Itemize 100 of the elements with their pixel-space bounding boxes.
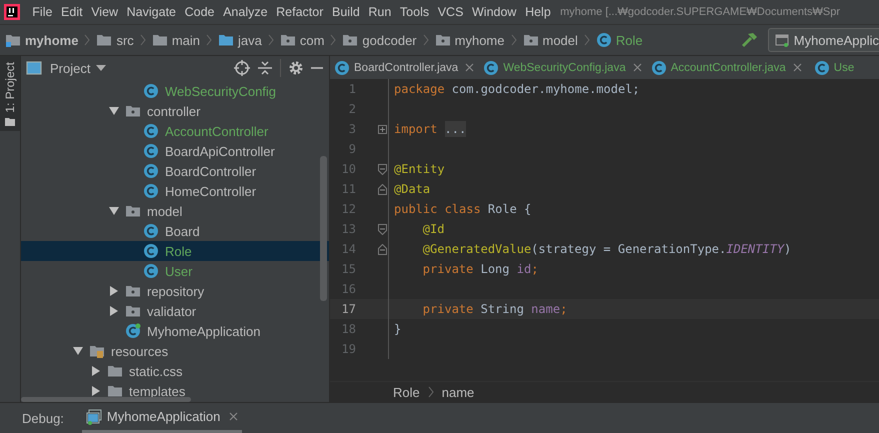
settings-icon[interactable] (289, 61, 303, 75)
line-number: 18 (340, 322, 356, 336)
menu-item[interactable]: Code (180, 5, 219, 19)
breadcrumb-item[interactable]: myhome (454, 32, 504, 48)
breadcrumb-item[interactable]: java (238, 32, 262, 48)
chevron-icon (206, 34, 212, 46)
collapse-icon[interactable] (258, 61, 272, 75)
close-icon[interactable] (792, 63, 802, 72)
code-line: public class Role { (394, 202, 532, 216)
menu-item[interactable]: File (28, 5, 57, 19)
fold-icon[interactable] (378, 244, 387, 254)
code-line: private Long id; (422, 262, 538, 276)
tree-item[interactable]: controller (21, 101, 329, 121)
close-icon[interactable] (229, 412, 238, 421)
tree-item[interactable]: validator (21, 301, 329, 321)
menu-item[interactable]: Edit (56, 5, 87, 19)
editor-tab[interactable]: AccountController.java (646, 56, 807, 79)
breadcrumb-item[interactable]: main (172, 32, 200, 48)
window-title: myhome [...₩godcoder.SUPERGAME₩Documents₩Spr (560, 6, 840, 18)
chevron-icon (268, 34, 274, 46)
run-config-dropdown[interactable]: MyhomeApplic (768, 28, 879, 52)
expand-arrow-icon[interactable] (109, 106, 119, 116)
tree-item[interactable]: static.css (21, 361, 329, 381)
line-number: 11 (340, 182, 356, 196)
menu-item[interactable]: Navigate (122, 5, 180, 19)
menu-item[interactable]: Window (468, 5, 521, 19)
class-icon (143, 123, 159, 139)
fold-icon[interactable] (378, 184, 387, 194)
menu-item[interactable]: Help (520, 5, 556, 19)
editor-tab[interactable]: Use (806, 56, 860, 79)
menu-item[interactable]: Tools (396, 5, 434, 19)
breadcrumb-item[interactable]: Role (616, 32, 643, 48)
tree-item[interactable]: HomeController (21, 181, 329, 201)
tree-item[interactable]: Board (21, 221, 329, 241)
tree-item[interactable]: AccountController (21, 121, 329, 141)
tool-window-tab[interactable]: 1: Project (0, 56, 20, 131)
code-line: } (394, 322, 402, 336)
tree-item[interactable]: MyhomeApplication (21, 321, 329, 341)
line-number: 9 (348, 142, 356, 156)
expand-fold-icon[interactable] (378, 124, 387, 134)
chevron-icon (422, 34, 429, 46)
expand-arrow-icon[interactable] (73, 346, 83, 356)
folder-icon (152, 32, 168, 48)
breadcrumb-item[interactable]: model (542, 32, 578, 48)
window-icon (26, 61, 42, 75)
package-icon (125, 283, 141, 299)
package-icon (342, 32, 358, 48)
tree-item[interactable]: BoardController (21, 161, 329, 181)
chevron-icon (140, 34, 146, 46)
breadcrumb-item[interactable]: com (300, 32, 324, 48)
folder-icon (107, 363, 123, 379)
class-icon (143, 163, 159, 179)
breadcrumb-item[interactable]: name (442, 384, 474, 400)
minimize-icon[interactable] (311, 66, 323, 70)
fold-icon[interactable] (378, 164, 387, 174)
close-icon[interactable] (632, 63, 642, 72)
panel-title[interactable]: Project (50, 60, 90, 76)
fold-icon[interactable] (378, 224, 387, 234)
menu-item[interactable]: Run (364, 5, 396, 19)
tree-item[interactable]: resources (21, 341, 329, 361)
class-icon (143, 143, 159, 159)
crosshair-icon[interactable] (234, 60, 250, 76)
tree-item[interactable]: Role (21, 241, 329, 261)
debug-tab[interactable]: MyhomeApplication (82, 404, 242, 432)
menu-item[interactable]: VCS (433, 5, 468, 19)
breadcrumb-item[interactable]: src (116, 32, 134, 48)
tree-item[interactable]: model (21, 201, 329, 221)
chevron-icon (584, 34, 590, 46)
window-icon (774, 33, 789, 47)
tree-item[interactable]: WebSecurityConfig (21, 81, 329, 101)
breadcrumb-item[interactable]: Role (393, 384, 420, 400)
close-icon[interactable] (465, 63, 474, 72)
expand-arrow-icon[interactable] (109, 206, 119, 216)
tree-item[interactable]: BoardApiController (21, 141, 329, 161)
line-number: 14 (340, 242, 356, 256)
caret-icon[interactable] (96, 65, 106, 71)
editor-tab[interactable]: BoardController.java (330, 56, 480, 79)
menu-item[interactable]: Build (328, 5, 364, 19)
module-icon (5, 32, 21, 48)
class-icon (814, 60, 830, 76)
chevron-icon (330, 34, 336, 46)
tree-item[interactable]: repository (21, 281, 329, 301)
tree-item[interactable]: templates (21, 381, 329, 401)
package-icon (280, 32, 296, 48)
scrollbar[interactable] (320, 156, 327, 301)
breadcrumb-item[interactable]: myhome (25, 32, 78, 48)
menu-item[interactable]: Refactor (272, 5, 328, 19)
line-number: 16 (340, 282, 356, 296)
code-line: @Data (394, 182, 430, 196)
class-icon (143, 223, 159, 239)
window-icon (86, 408, 102, 424)
scrollbar[interactable] (21, 397, 191, 402)
tree-item[interactable]: User (21, 261, 329, 281)
editor-tab[interactable]: WebSecurityConfig.java (479, 56, 647, 79)
hammer-icon[interactable] (740, 31, 758, 49)
debug-label: Debug: (22, 410, 64, 426)
menu-item[interactable]: View (86, 5, 122, 19)
breadcrumb-item[interactable]: godcoder (362, 32, 417, 48)
menu-item[interactable]: Analyze (218, 5, 272, 19)
class-icon (143, 243, 159, 259)
